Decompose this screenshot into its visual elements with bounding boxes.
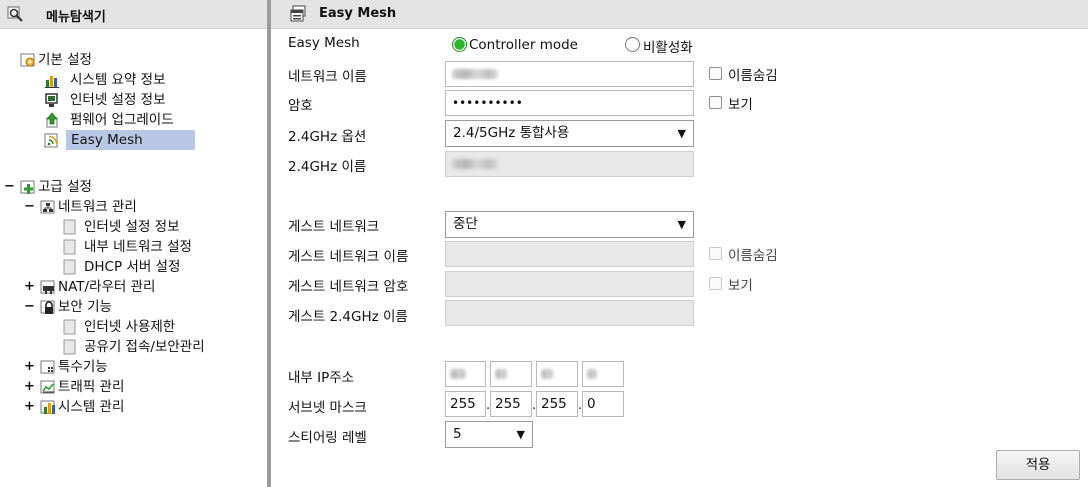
tree-label: 펌웨어 업그레이드 — [70, 112, 174, 128]
special-features-icon — [40, 360, 55, 374]
apply-button[interactable]: 적용 — [996, 450, 1080, 480]
disable-radio[interactable] — [625, 37, 640, 52]
page-icon — [63, 239, 76, 255]
tree-label: 인터넷 사용제한 — [84, 319, 176, 335]
internal-ip-label: 내부 IP주소 — [288, 370, 355, 386]
guest-show-password-checkbox[interactable] — [709, 277, 722, 290]
subnet-octet-4[interactable]: 0 — [582, 391, 624, 417]
tree-label-special: 특수기능 — [58, 359, 108, 375]
controller-mode-label[interactable]: Controller mode — [469, 37, 578, 53]
subnet-octet-1[interactable]: 255 — [445, 391, 486, 417]
guest-show-password-label: 보기 — [728, 278, 753, 294]
guest-hide-name-checkbox[interactable] — [709, 247, 722, 260]
tree-label-network: 네트워크 관리 — [58, 199, 137, 215]
network-name-label: 네트워크 이름 — [288, 69, 367, 85]
guest-name-label: 게스트 네트워크 이름 — [288, 249, 409, 265]
band-name-input — [445, 151, 694, 177]
lock-icon — [40, 300, 55, 314]
router-icon — [40, 280, 55, 294]
expand-toggle[interactable]: + — [24, 277, 35, 297]
folder-plus-icon — [20, 180, 35, 194]
monitor-icon — [45, 93, 58, 107]
subnet-octet-3[interactable]: 255 — [536, 391, 578, 417]
dropdown-arrow-icon: ▼ — [516, 428, 525, 441]
tree-label-basic: 기본 설정 — [38, 52, 92, 68]
folder-gear-icon — [20, 53, 35, 67]
tree-label-selected: Easy Mesh — [66, 130, 195, 150]
ip-octet-1[interactable] — [445, 361, 486, 387]
traffic-chart-icon — [40, 380, 55, 394]
page-icon — [63, 319, 76, 335]
hide-name-checkbox[interactable] — [709, 67, 722, 80]
tree-label-advanced: 고급 설정 — [38, 179, 92, 195]
collapse-toggle[interactable]: − — [24, 297, 35, 317]
network-icon — [40, 200, 55, 214]
ip-octet-4[interactable] — [582, 361, 624, 387]
steering-level-value: 5 — [453, 426, 462, 442]
page-icon — [63, 339, 76, 355]
guest-network-select[interactable]: 중단 ▼ — [445, 211, 694, 238]
tree-label: DHCP 서버 설정 — [84, 259, 181, 275]
network-name-input[interactable] — [445, 61, 694, 87]
menu-explorer-title: 메뉴탐색기 — [46, 10, 106, 25]
steering-level-label: 스티어링 레벨 — [288, 430, 367, 446]
disable-label[interactable]: 비활성화 — [643, 36, 693, 56]
guest-network-label: 게스트 네트워크 — [288, 219, 380, 235]
guest-band-name-input — [445, 300, 694, 326]
window-icon — [290, 5, 306, 22]
expand-toggle[interactable]: + — [24, 377, 35, 397]
tree-label-security: 보안 기능 — [58, 299, 112, 315]
band-option-select[interactable]: 2.4/5GHz 통합사용 ▼ — [445, 120, 694, 147]
password-input[interactable]: •••••••••• — [445, 90, 694, 116]
easymesh-label: Easy Mesh — [288, 35, 360, 51]
steering-level-select[interactable]: 5 ▼ — [445, 421, 533, 448]
expand-toggle[interactable]: + — [24, 357, 35, 377]
page-icon — [63, 259, 76, 275]
subnet-octet-2[interactable]: 255 — [490, 391, 532, 417]
page-title: Easy Mesh — [319, 6, 397, 21]
easy-mesh-panel: Easy Mesh Easy Mesh Controller mode 비활성화… — [271, 0, 1088, 487]
tree-label-nat: NAT/라우터 관리 — [58, 279, 156, 295]
expand-toggle[interactable]: + — [24, 397, 35, 417]
tree-label-traffic: 트래픽 관리 — [58, 379, 125, 395]
band-option-label: 2.4GHz 옵션 — [288, 129, 367, 145]
band-option-value: 2.4/5GHz 통합사용 — [453, 125, 570, 141]
tree-label: 인터넷 설정 정보 — [84, 219, 180, 235]
guest-name-input — [445, 241, 694, 267]
guest-band-name-label: 게스트 2.4GHz 이름 — [288, 309, 408, 325]
show-password-label: 보기 — [728, 97, 753, 113]
tree-label: 시스템 요약 정보 — [70, 72, 166, 88]
guest-hide-name-label: 이름숨김 — [728, 248, 778, 264]
tree-label-system: 시스템 관리 — [58, 399, 125, 415]
collapse-toggle[interactable]: − — [24, 197, 35, 217]
dropdown-arrow-icon: ▼ — [677, 127, 686, 140]
mesh-signal-icon — [44, 133, 58, 148]
tree-label: 공유기 접속/보안관리 — [84, 339, 205, 355]
hide-name-label: 이름숨김 — [728, 68, 778, 84]
guest-password-label: 게스트 네트워크 암호 — [288, 279, 409, 295]
upgrade-arrow-icon — [46, 112, 58, 128]
page-icon — [63, 219, 76, 235]
bar-chart-icon — [40, 400, 55, 414]
collapse-toggle[interactable]: − — [4, 177, 15, 197]
easy-mesh-header: Easy Mesh — [271, 0, 1088, 29]
controller-mode-radio[interactable] — [452, 37, 467, 52]
search-icon — [7, 6, 23, 22]
dropdown-arrow-icon: ▼ — [677, 218, 686, 231]
menu-explorer-panel: 메뉴탐색기 기본 설정 시스템 요약 정보 인터넷 설정 정보 펌웨어 업그레이… — [0, 0, 267, 487]
password-label: 암호 — [288, 98, 313, 114]
bar-chart-icon — [45, 76, 59, 88]
show-password-checkbox[interactable] — [709, 96, 722, 109]
ip-octet-3[interactable] — [536, 361, 578, 387]
guest-network-value: 중단 — [453, 216, 478, 232]
tree-label: 인터넷 설정 정보 — [70, 92, 166, 108]
guest-password-input — [445, 271, 694, 297]
band-name-label: 2.4GHz 이름 — [288, 159, 367, 175]
subnet-mask-label: 서브넷 마스크 — [288, 400, 367, 416]
tree-label: 내부 네트워크 설정 — [84, 239, 192, 255]
ip-octet-2[interactable] — [490, 361, 532, 387]
menu-explorer-header: 메뉴탐색기 — [0, 0, 267, 29]
